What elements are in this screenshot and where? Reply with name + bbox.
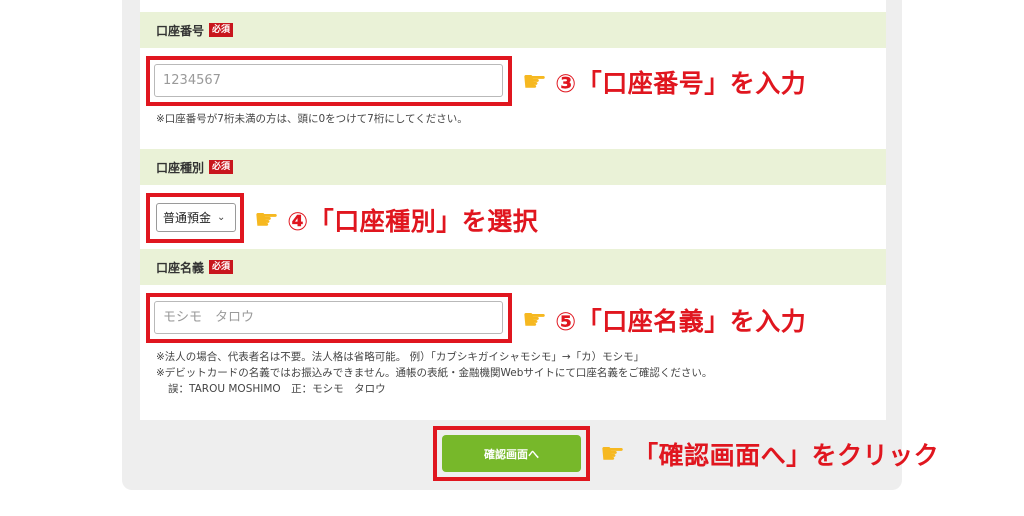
account-type-selected: 普通預金 — [163, 211, 212, 225]
pointing-hand-icon: ☛ — [600, 437, 626, 470]
account-name-note-2: ※デビットカードの名義ではお振込みできません。通帳の表紙・金融機関Webサイトに… — [156, 367, 713, 379]
account-type-header: 口座種別 必須 — [140, 149, 886, 185]
callout-confirm: ☛ 「確認画面へ」をクリック — [600, 437, 940, 471]
account-type-select[interactable]: 普通預金 ⌄ — [156, 203, 236, 232]
account-name-note-1: ※法人の場合、代表者名は不要。法人格は省略可能。 例）「カブシキガイシャモシモ」… — [156, 351, 645, 363]
account-name-note-3: 誤：TAROU MOSHIMO 正：モシモ タロウ — [168, 383, 386, 395]
pointing-hand-icon: ☛ — [522, 65, 548, 98]
account-name-input[interactable] — [154, 301, 503, 334]
required-badge: 必須 — [209, 23, 234, 37]
required-badge: 必須 — [209, 160, 234, 174]
account-name-header: 口座名義 必須 — [140, 249, 886, 285]
account-number-note: ※口座番号が7桁未満の方は、頭に0をつけて7桁にしてください。 — [156, 113, 468, 125]
account-name-label: 口座名義 — [156, 260, 205, 275]
callout-step5: ☛ ⑤「口座名義」を入力 — [522, 303, 807, 337]
account-type-label: 口座種別 — [156, 160, 205, 175]
pointing-hand-icon: ☛ — [522, 303, 548, 336]
account-number-header: 口座番号 必須 — [140, 12, 886, 48]
callout-step4: ☛ ④「口座種別」を選択 — [254, 203, 539, 237]
required-badge: 必須 — [209, 260, 234, 274]
account-number-label: 口座番号 — [156, 23, 205, 38]
chevron-down-icon: ⌄ — [217, 212, 226, 223]
callout-step3: ☛ ③「口座番号」を入力 — [522, 65, 807, 99]
account-number-input[interactable] — [154, 64, 503, 97]
pointing-hand-icon: ☛ — [254, 203, 280, 236]
confirm-button[interactable]: 確認画面へ — [442, 435, 581, 472]
